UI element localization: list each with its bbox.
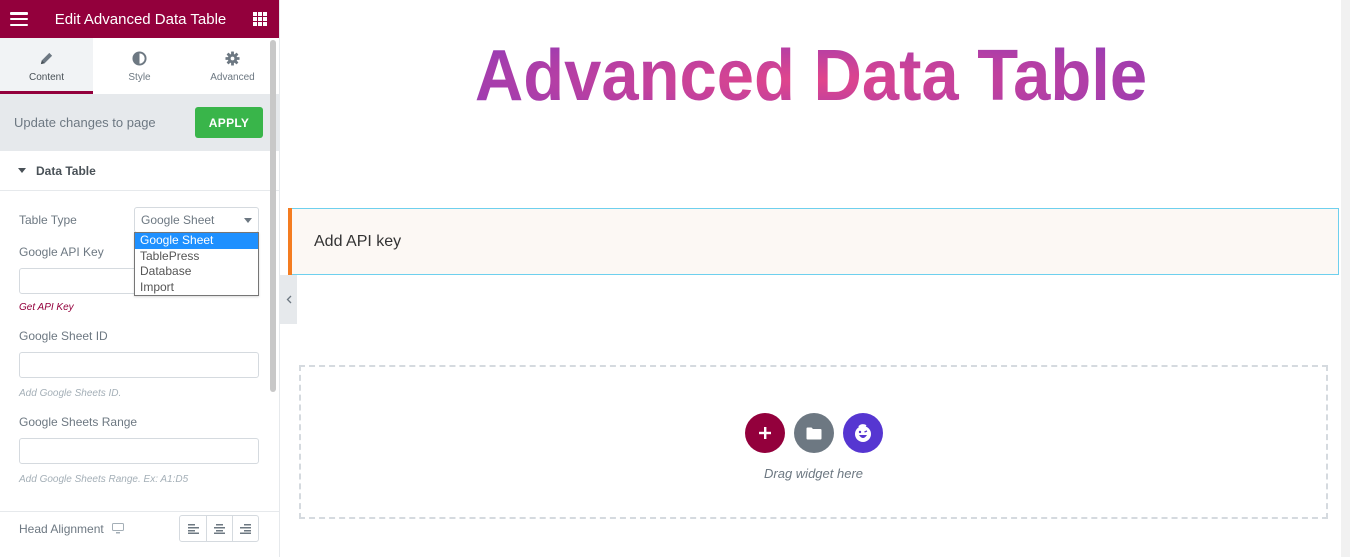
collapse-panel-handle[interactable] xyxy=(280,275,297,324)
tab-advanced[interactable]: Advanced xyxy=(186,38,279,94)
sheet-id-input[interactable] xyxy=(19,352,259,378)
page-preview: Advanced Data Table Add API key Drag wid… xyxy=(281,0,1341,557)
section-divider xyxy=(0,511,279,512)
apply-button[interactable]: APPLY xyxy=(195,107,263,138)
winking-face-icon xyxy=(854,424,871,442)
pencil-icon xyxy=(40,52,53,65)
template-library-button[interactable] xyxy=(793,413,834,453)
plus-icon xyxy=(758,427,771,439)
add-section-button[interactable] xyxy=(744,413,785,453)
dropdown-option-import[interactable]: Import xyxy=(135,280,258,296)
table-type-select[interactable]: Google Sheet xyxy=(134,207,259,233)
caret-down-icon xyxy=(18,168,26,173)
align-left-icon xyxy=(187,523,199,534)
get-api-key-link[interactable]: Get API Key xyxy=(19,302,259,313)
table-type-control: Table Type Google Sheet xyxy=(19,207,259,233)
notice-text: Add API key xyxy=(314,232,402,250)
align-center-icon xyxy=(214,523,225,534)
table-type-dropdown: Google Sheet TablePress Database Import xyxy=(134,232,259,296)
tab-label: Content xyxy=(28,72,65,83)
widgets-grid-icon[interactable] xyxy=(252,12,267,26)
tab-style[interactable]: Style xyxy=(93,38,186,94)
panel-tabs: Content Style Advanced xyxy=(0,38,279,94)
drag-widget-text: Drag widget here xyxy=(764,466,863,481)
section-data-table[interactable]: Data Table xyxy=(0,151,279,191)
tab-content[interactable]: Content xyxy=(0,38,93,94)
align-right-button[interactable] xyxy=(232,516,258,541)
sheet-range-input[interactable] xyxy=(19,438,259,464)
editor-panel: Edit Advanced Data Table Content Style A… xyxy=(0,0,280,557)
gear-icon xyxy=(225,51,240,66)
sheet-range-help: Add Google Sheets Range. Ex: A1:D5 xyxy=(19,474,189,485)
drop-zone-buttons xyxy=(744,413,883,453)
table-type-value: Google Sheet xyxy=(141,213,215,227)
tab-label: Advanced xyxy=(210,72,255,83)
head-alignment-buttons xyxy=(179,515,259,542)
dropdown-option-tablepress[interactable]: TablePress xyxy=(135,249,258,265)
desktop-icon[interactable] xyxy=(111,523,124,534)
align-left-button[interactable] xyxy=(180,516,206,541)
table-type-label: Table Type xyxy=(19,213,77,227)
half-circle-icon xyxy=(132,51,147,66)
tab-label: Style xyxy=(128,72,151,83)
panel-scrollbar[interactable] xyxy=(270,40,276,392)
api-key-notice[interactable]: Add API key xyxy=(288,208,1339,275)
align-center-button[interactable] xyxy=(206,516,232,541)
sheet-range-label: Google Sheets Range xyxy=(19,415,138,429)
page-scrollbar[interactable] xyxy=(1341,0,1350,557)
chevron-left-icon xyxy=(286,295,291,304)
page-heading: Advanced Data Table xyxy=(318,33,1304,119)
sheet-id-label: Google Sheet ID xyxy=(19,329,108,343)
menu-icon[interactable] xyxy=(10,12,28,26)
align-right-icon xyxy=(240,523,251,534)
emoji-widget-button[interactable] xyxy=(842,413,883,453)
section-title: Data Table xyxy=(36,163,96,178)
dropdown-option-google-sheet[interactable]: Google Sheet xyxy=(135,233,258,249)
widget-drop-zone[interactable]: Drag widget here xyxy=(299,365,1328,519)
folder-icon xyxy=(806,427,821,439)
head-alignment-control: Head Alignment xyxy=(19,515,259,542)
panel-title: Edit Advanced Data Table xyxy=(54,10,227,28)
panel-header: Edit Advanced Data Table xyxy=(0,0,279,38)
chevron-down-icon xyxy=(244,217,252,223)
update-bar: Update changes to page APPLY xyxy=(0,94,279,151)
head-alignment-label: Head Alignment xyxy=(19,521,104,536)
update-message: Update changes to page xyxy=(14,115,156,130)
dropdown-option-database[interactable]: Database xyxy=(135,264,258,280)
sheet-id-help: Add Google Sheets ID. xyxy=(19,388,122,399)
